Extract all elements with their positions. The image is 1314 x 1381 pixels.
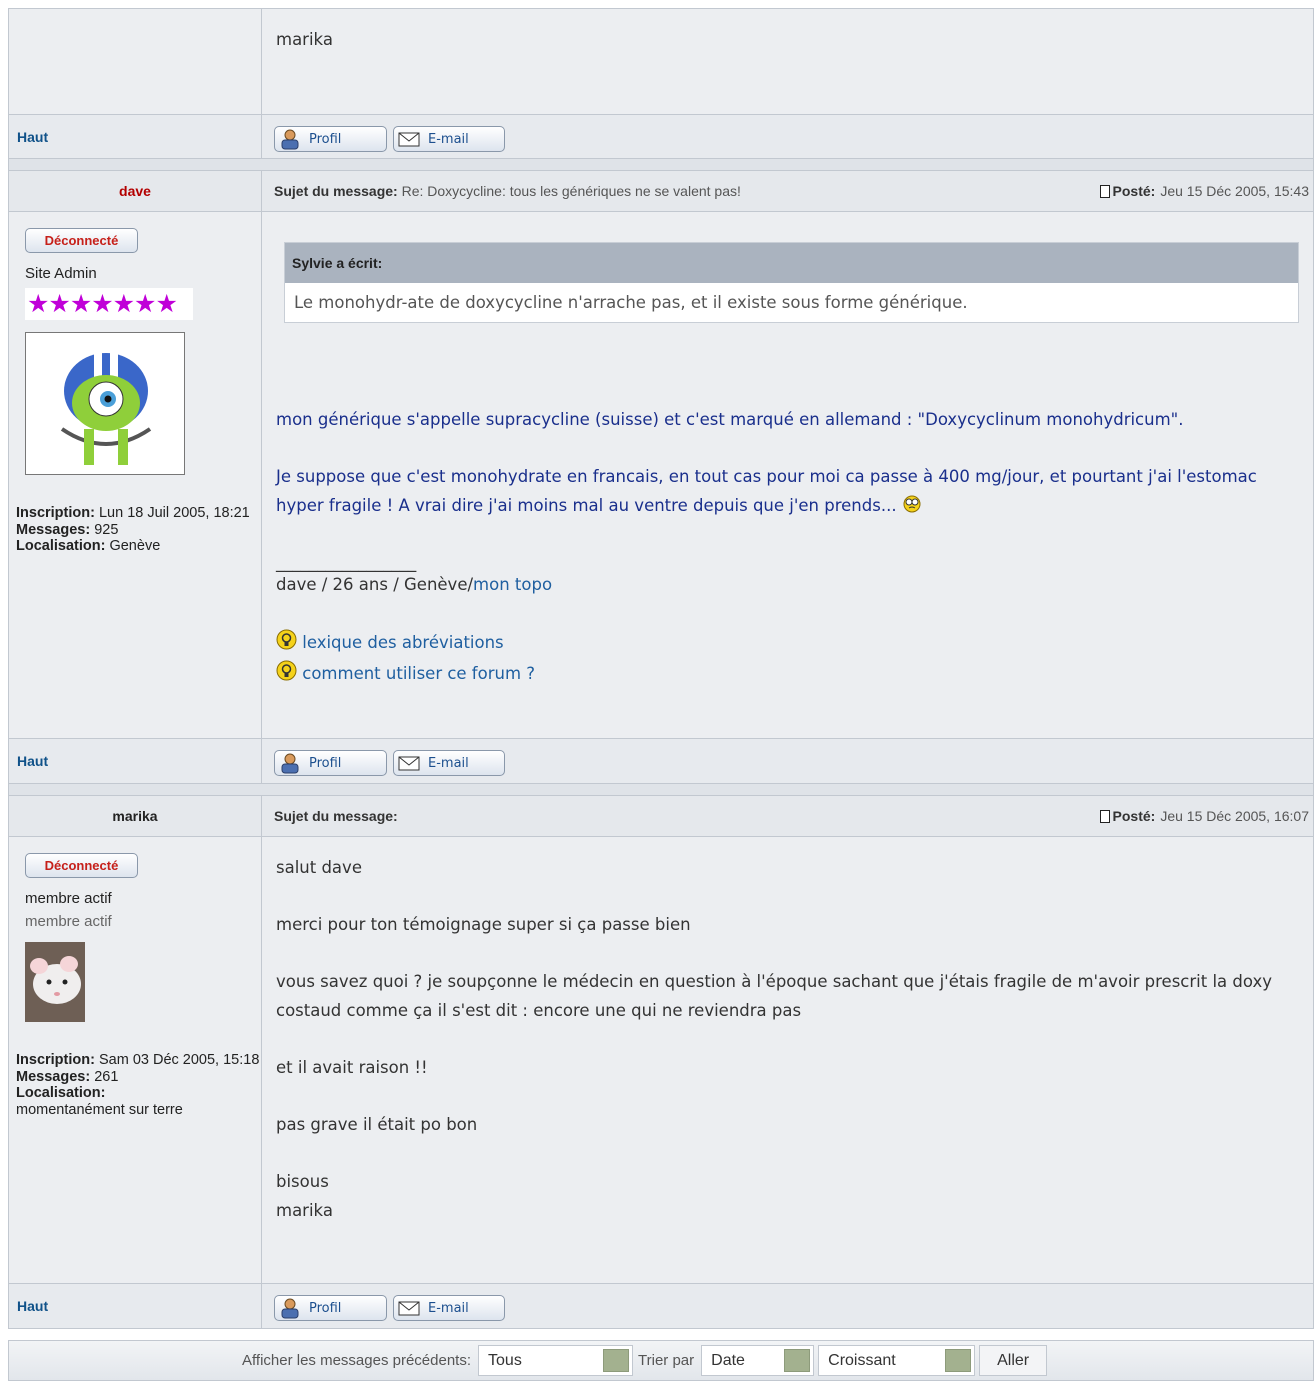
author-profile: Déconnecté membre actif membre actif Ins… — [9, 837, 261, 1118]
quote-author: Sylvie a écrit: — [285, 243, 1298, 283]
post-author[interactable]: marika — [9, 796, 261, 824]
author-info: Inscription: Sam 03 Déc 2005, 15:18 Mess… — [16, 1052, 260, 1118]
dropdown-arrow-icon — [945, 1349, 972, 1372]
post-icon[interactable] — [1099, 184, 1110, 198]
user-icon — [281, 1298, 299, 1319]
help-link-1[interactable]: lexique des abréviations — [276, 627, 1299, 658]
quote-block: Sylvie a écrit: Le monohydr-ate de doxyc… — [284, 242, 1299, 323]
post-paragraph: et il avait raison !! — [276, 1058, 428, 1077]
post-paragraph: mon générique s'appelle supracycline (su… — [276, 410, 1184, 429]
avatar — [25, 942, 85, 1022]
user-rank: membre actif — [25, 890, 112, 907]
signature-link[interactable]: mon topo — [473, 575, 552, 594]
envelope-icon — [398, 756, 420, 771]
author-column-empty — [9, 9, 262, 114]
display-options-bar: Afficher les messages précédents: Tous T… — [8, 1340, 1314, 1381]
status-badge: Déconnecté — [25, 853, 138, 878]
dropdown-arrow-icon — [603, 1349, 630, 1372]
post-paragraph: marika — [276, 1201, 333, 1220]
post-text: marika — [276, 30, 333, 49]
dropdown-arrow-icon — [784, 1349, 811, 1372]
post-paragraph: merci pour ton témoignage super si ça pa… — [276, 915, 691, 934]
idea-icon — [276, 629, 297, 650]
go-button[interactable]: Aller — [979, 1345, 1048, 1376]
profile-button[interactable]: Profil — [274, 1295, 387, 1321]
post-paragraph: salut dave — [276, 858, 362, 877]
post-paragraph: bisous — [276, 1172, 329, 1191]
envelope-icon — [398, 1301, 420, 1316]
top-link[interactable]: Haut — [9, 1284, 261, 1314]
top-link[interactable]: Haut — [9, 739, 261, 769]
email-button[interactable]: E-mail — [393, 750, 505, 776]
help-link-2[interactable]: comment utiliser ce forum ? — [276, 658, 1299, 689]
post-paragraph: pas grave il était po bon — [276, 1115, 478, 1134]
profile-button[interactable]: Profil — [274, 126, 387, 152]
email-button[interactable]: E-mail — [393, 126, 505, 152]
sort-label: Trier par — [638, 1352, 695, 1369]
rank-stars: ★★★★★★★ — [25, 288, 193, 320]
user-icon — [281, 129, 299, 150]
author-profile: Déconnecté Site Admin ★★★★★★★ Inscriptio… — [9, 212, 261, 555]
author-info: Inscription: Lun 18 Juil 2005, 18:21 Mes… — [16, 505, 250, 554]
post-author[interactable]: dave — [9, 171, 261, 199]
envelope-icon — [398, 132, 420, 147]
sort-order-select[interactable]: Croissant — [818, 1345, 976, 1376]
user-icon — [281, 753, 299, 774]
smiley-icon — [903, 495, 921, 513]
post-date: Posté: Jeu 15 Déc 2005, 16:07 — [1099, 808, 1309, 824]
sort-by-select[interactable]: Date — [701, 1345, 815, 1376]
avatar — [25, 332, 185, 475]
post-icon[interactable] — [1099, 809, 1110, 823]
show-messages-label: Afficher les messages précédents: — [242, 1352, 472, 1369]
status-badge: Déconnecté — [25, 228, 138, 253]
signature-separator: _________________ — [276, 553, 417, 572]
quote-text: Le monohydr-ate de doxycycline n'arrache… — [294, 293, 968, 312]
user-rank-secondary: membre actif — [25, 913, 112, 930]
email-button[interactable]: E-mail — [393, 1295, 505, 1321]
signature: dave / 26 ans / Genève/mon topo — [276, 575, 553, 594]
idea-icon — [276, 660, 297, 681]
post-date: Posté: Jeu 15 Déc 2005, 15:43 — [1099, 183, 1309, 199]
show-messages-select[interactable]: Tous — [478, 1345, 634, 1376]
post-paragraph: vous savez quoi ? je soupçonne le médeci… — [276, 972, 1272, 1020]
top-link[interactable]: Haut — [9, 115, 261, 145]
user-rank: Site Admin — [25, 265, 97, 282]
post-paragraph: Je suppose que c'est monohydrate en fran… — [276, 467, 1257, 515]
profile-button[interactable]: Profil — [274, 750, 387, 776]
